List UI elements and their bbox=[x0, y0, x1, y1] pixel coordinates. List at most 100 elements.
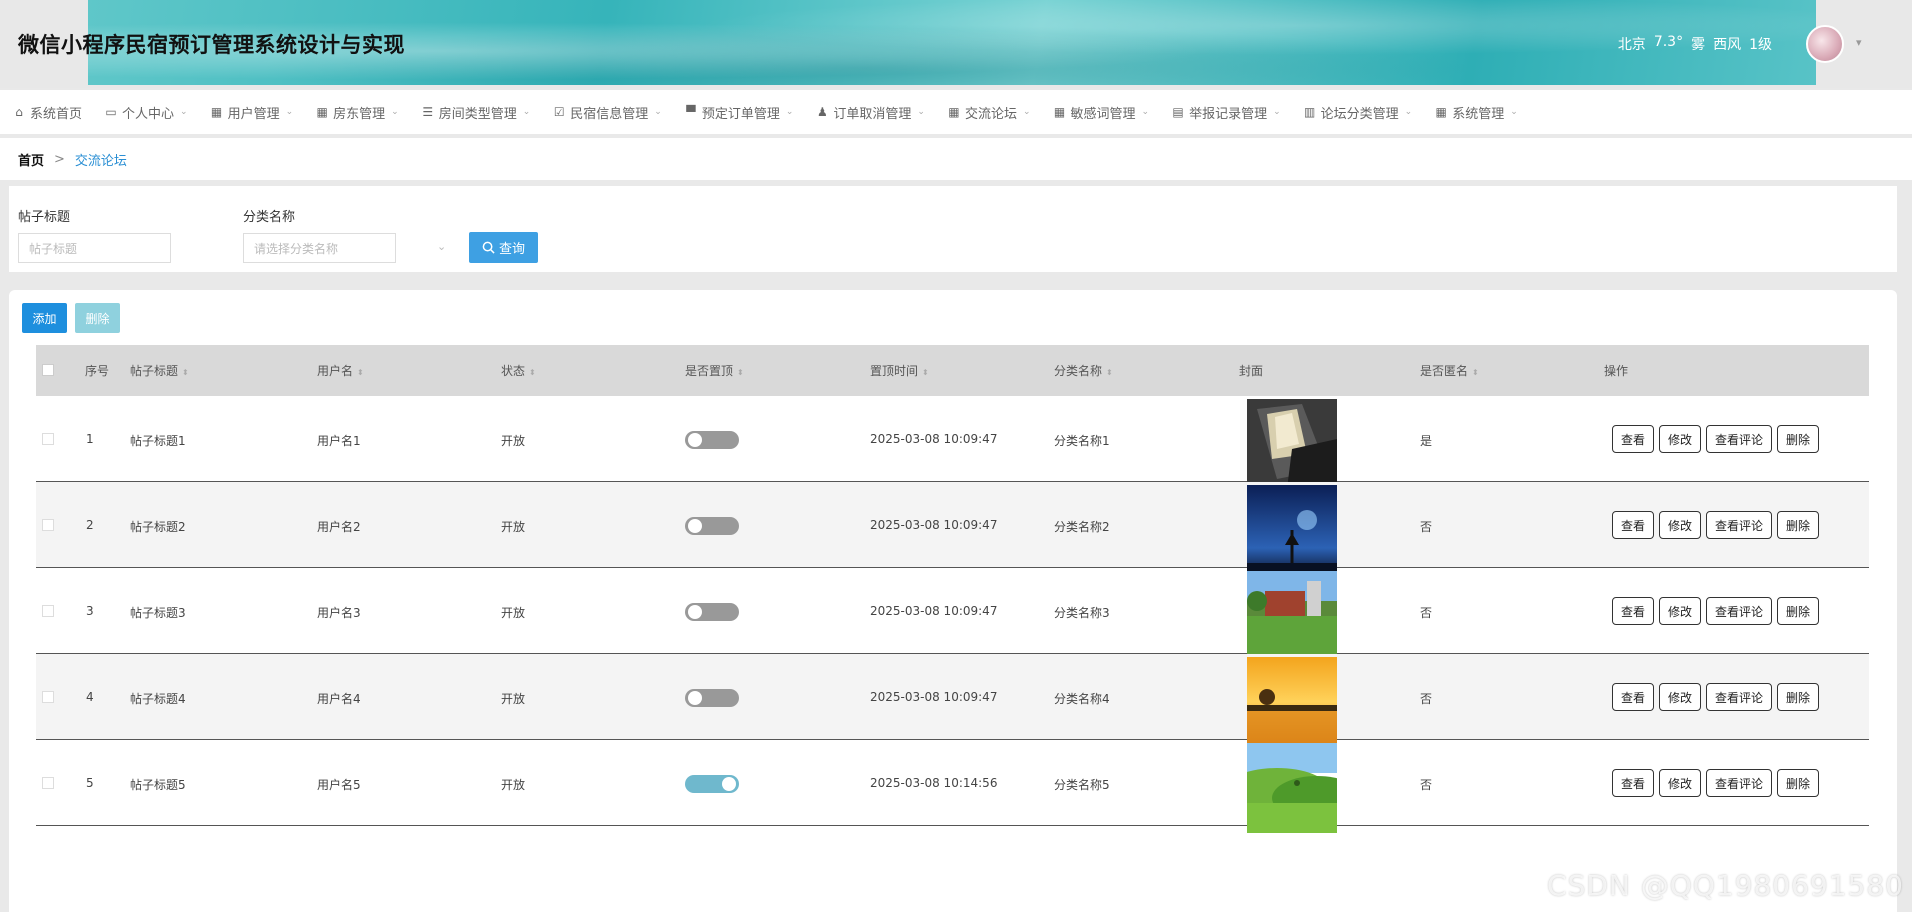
table-row: 3 帖子标题3 用户名3 开放 2025-03-08 10:09:47 分类名称3 否 查看修… bbox=[36, 568, 1869, 661]
cover-image[interactable] bbox=[1247, 743, 1337, 833]
chevron-down-icon[interactable]: ▾ bbox=[1856, 36, 1862, 49]
row-checkbox[interactable] bbox=[42, 605, 54, 617]
edit-button[interactable]: 修改 bbox=[1659, 683, 1702, 711]
nav-item-6[interactable]: ▀ 预定订单管理 ⌄ bbox=[684, 103, 793, 122]
sort-icon[interactable]: ⬍ bbox=[357, 368, 364, 377]
checkbox-icon: ☑ bbox=[553, 105, 565, 119]
title-filter-input[interactable]: 帖子标题 bbox=[18, 233, 171, 263]
breadcrumb-separator: > bbox=[54, 151, 65, 167]
pinned-toggle[interactable] bbox=[685, 603, 739, 621]
chevron-down-icon: ⌄ bbox=[654, 107, 662, 117]
view-comments-button[interactable]: 查看评论 bbox=[1706, 769, 1773, 797]
header-user[interactable]: 用户名 ⬍ bbox=[317, 362, 364, 379]
nav-item-7[interactable]: ♟ 订单取消管理 ⌄ bbox=[815, 103, 925, 122]
edit-button[interactable]: 修改 bbox=[1659, 597, 1702, 625]
cell-status: 开放 bbox=[501, 434, 526, 448]
edit-button[interactable]: 修改 bbox=[1659, 769, 1702, 797]
cover-image[interactable] bbox=[1247, 571, 1337, 661]
cell-user: 用户名4 bbox=[317, 692, 361, 706]
cover-image[interactable] bbox=[1247, 657, 1337, 747]
pinned-toggle[interactable] bbox=[685, 689, 739, 707]
delete-button[interactable]: 删除 bbox=[1777, 597, 1820, 625]
sort-icon[interactable]: ⬍ bbox=[1472, 368, 1479, 377]
view-comments-button[interactable]: 查看评论 bbox=[1706, 683, 1773, 711]
header-pin-time[interactable]: 置顶时间 ⬍ bbox=[870, 362, 929, 379]
select-all-checkbox[interactable] bbox=[42, 364, 54, 376]
view-button[interactable]: 查看 bbox=[1612, 425, 1655, 453]
cell-no: 4 bbox=[86, 690, 94, 704]
edit-button[interactable]: 修改 bbox=[1659, 425, 1702, 453]
cell-category: 分类名称3 bbox=[1054, 606, 1110, 620]
sort-icon[interactable]: ⬍ bbox=[529, 368, 536, 377]
sort-icon[interactable]: ⬍ bbox=[737, 368, 744, 377]
delete-button[interactable]: 删除 bbox=[1777, 511, 1820, 539]
sort-icon[interactable]: ⬍ bbox=[1106, 368, 1113, 377]
nav-item-label: 民宿信息管理 bbox=[570, 106, 649, 122]
add-button[interactable]: 添加 bbox=[22, 303, 67, 333]
nav-item-11[interactable]: ▥ 论坛分类管理 ⌄ bbox=[1303, 103, 1412, 122]
row-checkbox[interactable] bbox=[42, 777, 54, 789]
cell-user: 用户名5 bbox=[317, 778, 361, 792]
header-anonymous-label: 是否匿名 bbox=[1420, 364, 1469, 378]
chevron-down-icon[interactable]: ⌄ bbox=[437, 240, 446, 253]
category-filter-label: 分类名称 bbox=[243, 210, 296, 225]
batch-delete-button[interactable]: 删除 bbox=[75, 303, 120, 333]
nav-item-3[interactable]: ▦ 房东管理 ⌄ bbox=[315, 103, 398, 122]
pinned-toggle[interactable] bbox=[685, 775, 739, 793]
pinned-toggle[interactable] bbox=[685, 431, 739, 449]
pinned-toggle[interactable] bbox=[685, 517, 739, 535]
view-comments-button[interactable]: 查看评论 bbox=[1706, 511, 1773, 539]
sort-icon[interactable]: ⬍ bbox=[922, 368, 929, 377]
query-button[interactable]: 查询 bbox=[469, 232, 538, 263]
nav-item-10[interactable]: ▤ 举报记录管理 ⌄ bbox=[1171, 103, 1280, 122]
cell-pin-time: 2025-03-08 10:09:47 bbox=[870, 604, 998, 618]
header-pin-time-label: 置顶时间 bbox=[870, 364, 919, 378]
nav-item-4[interactable]: ☰ 房间类型管理 ⌄ bbox=[421, 103, 530, 122]
cell-no: 2 bbox=[86, 518, 94, 532]
nav-item-1[interactable]: ▭ 个人中心 ⌄ bbox=[104, 103, 188, 122]
weather-level: 1级 bbox=[1749, 37, 1772, 53]
nav-item-0[interactable]: ⌂ 系统首页 bbox=[12, 103, 82, 122]
cell-category: 分类名称4 bbox=[1054, 692, 1110, 706]
cover-image[interactable] bbox=[1247, 485, 1337, 575]
breadcrumb-home[interactable]: 首页 bbox=[18, 150, 44, 169]
row-checkbox[interactable] bbox=[42, 519, 54, 531]
header-status[interactable]: 状态 ⬍ bbox=[501, 362, 536, 379]
view-button[interactable]: 查看 bbox=[1612, 511, 1655, 539]
category-filter-select[interactable]: 请选择分类名称 bbox=[243, 233, 396, 263]
edit-button[interactable]: 修改 bbox=[1659, 511, 1702, 539]
header-category[interactable]: 分类名称 ⬍ bbox=[1054, 362, 1113, 379]
view-button[interactable]: 查看 bbox=[1612, 683, 1655, 711]
cell-title: 帖子标题2 bbox=[130, 520, 186, 534]
cell-title: 帖子标题5 bbox=[130, 778, 186, 792]
nav-item-label: 论坛分类管理 bbox=[1320, 106, 1399, 122]
view-comments-button[interactable]: 查看评论 bbox=[1706, 425, 1773, 453]
nav-item-2[interactable]: ▦ 用户管理 ⌄ bbox=[210, 103, 293, 122]
nav-item-9[interactable]: ▦ 敏感词管理 ⌄ bbox=[1053, 103, 1149, 122]
row-checkbox[interactable] bbox=[42, 433, 54, 445]
header-title[interactable]: 帖子标题 ⬍ bbox=[130, 362, 189, 379]
view-comments-button[interactable]: 查看评论 bbox=[1706, 597, 1773, 625]
breadcrumb-current: 交流论坛 bbox=[74, 153, 127, 169]
nav-item-8[interactable]: ▦ 交流论坛 ⌄ bbox=[947, 103, 1030, 122]
delete-button[interactable]: 删除 bbox=[1777, 769, 1820, 797]
chevron-down-icon: ⌄ bbox=[180, 107, 188, 117]
avatar[interactable] bbox=[1806, 25, 1844, 63]
cell-anonymous: 否 bbox=[1420, 606, 1433, 620]
header-cover: 封面 bbox=[1239, 364, 1264, 378]
row-checkbox[interactable] bbox=[42, 691, 54, 703]
sort-icon[interactable]: ⬍ bbox=[182, 368, 189, 377]
nav-item-12[interactable]: ▦ 系统管理 ⌄ bbox=[1434, 103, 1518, 122]
cover-image[interactable] bbox=[1247, 399, 1337, 489]
table-row: 4 帖子标题4 用户名4 开放 2025-03-08 10:09:47 分类名称4 否 查看修… bbox=[36, 654, 1869, 747]
view-button[interactable]: 查看 bbox=[1612, 597, 1655, 625]
header-pinned[interactable]: 是否置顶 ⬍ bbox=[685, 362, 744, 379]
delete-button[interactable]: 删除 bbox=[1777, 683, 1820, 711]
header-anonymous[interactable]: 是否匿名 ⬍ bbox=[1420, 362, 1479, 379]
table-row: 2 帖子标题2 用户名2 开放 2025-03-08 10:09:47 分类名称2 否 查看修… bbox=[36, 482, 1869, 575]
bar-chart-icon: ▥ bbox=[1303, 105, 1316, 119]
nav-item-5[interactable]: ☑ 民宿信息管理 ⌄ bbox=[552, 103, 662, 122]
user-icon: ♟ bbox=[817, 105, 828, 119]
delete-button[interactable]: 删除 bbox=[1777, 425, 1820, 453]
view-button[interactable]: 查看 bbox=[1612, 769, 1655, 797]
